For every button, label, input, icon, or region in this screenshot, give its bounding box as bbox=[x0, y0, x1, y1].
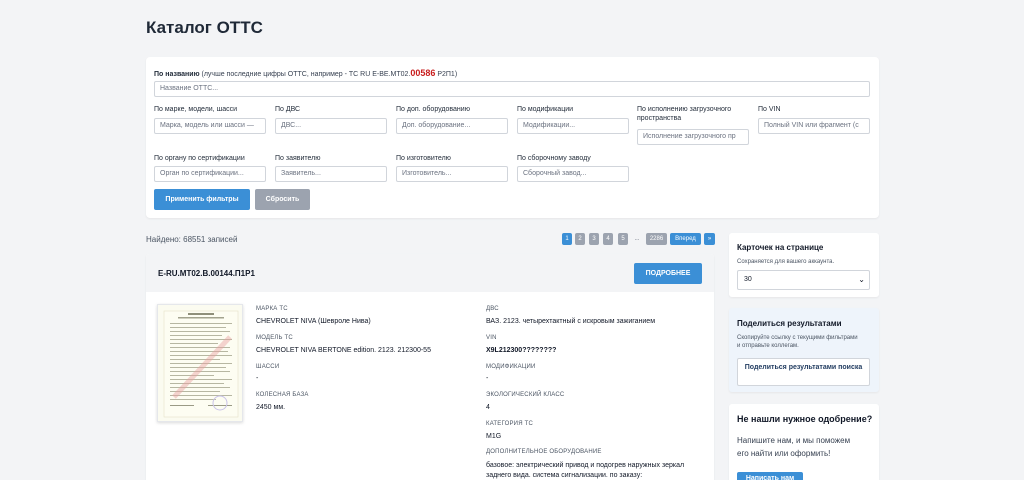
assembly-input[interactable]: Сборочный завод... bbox=[517, 166, 629, 182]
name-input[interactable]: Название ОТТС... bbox=[154, 81, 870, 97]
filter-applicant-label: По заявителю bbox=[275, 155, 321, 162]
filter-engine-label: По ДВС bbox=[275, 106, 301, 113]
field-value-chassis: - bbox=[256, 375, 259, 382]
share-panel: Поделиться результатами Скопируйте ссылк… bbox=[729, 308, 879, 392]
field-key-eco-class: ЭКОЛОГИЧЕСКИЙ КЛАСС bbox=[486, 392, 565, 398]
field-value-eco-class: 4 bbox=[486, 404, 490, 411]
page-4-button[interactable]: 4 bbox=[603, 233, 613, 245]
field-key-chassis: ШАССИ bbox=[256, 364, 280, 370]
field-key-equipment: ДОПОЛНИТЕЛЬНОЕ ОБОРУДОВАНИЕ bbox=[486, 449, 602, 455]
found-count: Найдено: 68551 записей bbox=[146, 235, 238, 244]
reset-button[interactable]: Сбросить bbox=[255, 189, 310, 210]
share-results-button[interactable]: Поделиться результатами поиска bbox=[737, 358, 870, 386]
page-5-button[interactable]: 5 bbox=[618, 233, 628, 245]
field-value-engine: ВАЗ. 2123. четырехтактный с искровым заж… bbox=[486, 318, 656, 325]
pagination-ellipsis: ... bbox=[634, 236, 640, 242]
engine-input[interactable]: ДВС... bbox=[275, 118, 387, 134]
filters-panel: По названию (лучше последние цифры ОТТС,… bbox=[146, 57, 879, 218]
modification-input[interactable]: Модификации... bbox=[517, 118, 629, 134]
filter-name-label: По названию (лучше последние цифры ОТТС,… bbox=[154, 68, 458, 79]
result-card: E-RU.MT02.B.00144.П1P1 ПОДРОБНЕЕ МАРКА Т… bbox=[146, 254, 714, 480]
field-value-equipment: базовое: электрический привод и подогрев… bbox=[486, 462, 685, 479]
field-key-vin: VIN bbox=[486, 335, 497, 341]
certificate-thumbnail[interactable] bbox=[157, 304, 243, 422]
per-page-select[interactable]: 30 ⌄ bbox=[737, 270, 870, 290]
per-page-panel: Карточек на странице Сохраняется для ваш… bbox=[729, 233, 879, 297]
next-page-button[interactable]: Вперед bbox=[670, 233, 701, 245]
applicant-input[interactable]: Заявитель... bbox=[275, 166, 387, 182]
chevron-down-icon: ⌄ bbox=[858, 275, 865, 284]
filter-modification-label: По модификации bbox=[517, 106, 574, 113]
contact-text: Напишите нам, и мы поможем его найти или… bbox=[737, 436, 851, 458]
page-1-button[interactable]: 1 bbox=[562, 233, 572, 245]
filter-brand-label: По марке, модели, шасси bbox=[154, 106, 237, 113]
field-value-model: CHEVROLET NIVA BERTONE edition. 2123. 21… bbox=[256, 347, 431, 354]
contact-us-button[interactable]: Написать нам bbox=[737, 472, 803, 480]
field-key-engine: ДВС bbox=[486, 306, 499, 312]
field-value-wheelbase: 2450 мм. bbox=[256, 404, 286, 411]
page-3-button[interactable]: 3 bbox=[589, 233, 599, 245]
filter-equipment-label: По доп. оборудованию bbox=[396, 106, 470, 113]
share-note: Скопируйте ссылку с текущими фильтрами и… bbox=[737, 335, 858, 349]
next-arrow-button[interactable]: » bbox=[704, 233, 715, 245]
card-header: E-RU.MT02.B.00144.П1P1 ПОДРОБНЕЕ bbox=[146, 254, 714, 292]
vin-input[interactable]: Полный VIN или фрагмент (с bbox=[758, 118, 870, 134]
field-key-model: МОДЕЛЬ ТС bbox=[256, 335, 293, 341]
field-value-category: M1G bbox=[486, 433, 502, 440]
page-title: Каталог ОТТС bbox=[146, 18, 263, 37]
field-key-wheelbase: КОЛЕСНАЯ БАЗА bbox=[256, 392, 309, 398]
more-button[interactable]: ПОДРОБНЕЕ bbox=[634, 263, 702, 284]
equipment-input[interactable]: Доп. оборудование... bbox=[396, 118, 508, 134]
filter-assembly-label: По сборочному заводу bbox=[517, 155, 591, 162]
per-page-title: Карточек на странице bbox=[737, 243, 824, 252]
field-value-modifications: - bbox=[486, 375, 489, 382]
contact-title: Не нашли нужное одобрение? bbox=[737, 414, 873, 424]
per-page-value: 30 bbox=[744, 276, 752, 283]
field-value-brand: CHEVROLET NIVA (Шевроле Нива) bbox=[256, 318, 371, 325]
contact-panel: Не нашли нужное одобрение? Напишите нам,… bbox=[729, 404, 879, 480]
field-key-brand: МАРКА ТС bbox=[256, 306, 288, 312]
apply-filters-button[interactable]: Применить фильтры bbox=[154, 189, 250, 210]
page-2-button[interactable]: 2 bbox=[575, 233, 585, 245]
field-key-modifications: МОДИФИКАЦИИ bbox=[486, 364, 536, 370]
card-number: E-RU.MT02.B.00144.П1P1 bbox=[158, 269, 255, 278]
brand-input[interactable]: Марка, модель или шасси — bbox=[154, 118, 266, 134]
share-title: Поделиться результатами bbox=[737, 319, 842, 328]
filter-loading-label: По исполнению загрузочного пространства bbox=[637, 106, 732, 122]
field-value-vin: X9L212300???????? bbox=[486, 347, 557, 354]
last-page-button[interactable]: 2286 bbox=[646, 233, 667, 245]
manufacturer-input[interactable]: Изготовитель... bbox=[396, 166, 508, 182]
document-image-icon bbox=[163, 310, 239, 418]
filter-manufacturer-label: По изготовителю bbox=[396, 155, 451, 162]
filter-cert-body-label: По органу по сертификации bbox=[154, 155, 245, 162]
loading-input[interactable]: Исполнение загрузочного пр bbox=[637, 129, 749, 145]
cert-body-input[interactable]: Орган по сертификации... bbox=[154, 166, 266, 182]
field-key-category: КАТЕГОРИЯ ТС bbox=[486, 421, 533, 427]
per-page-note: Сохраняется для вашего аккаунта. bbox=[737, 259, 835, 265]
filter-vin-label: По VIN bbox=[758, 106, 781, 113]
